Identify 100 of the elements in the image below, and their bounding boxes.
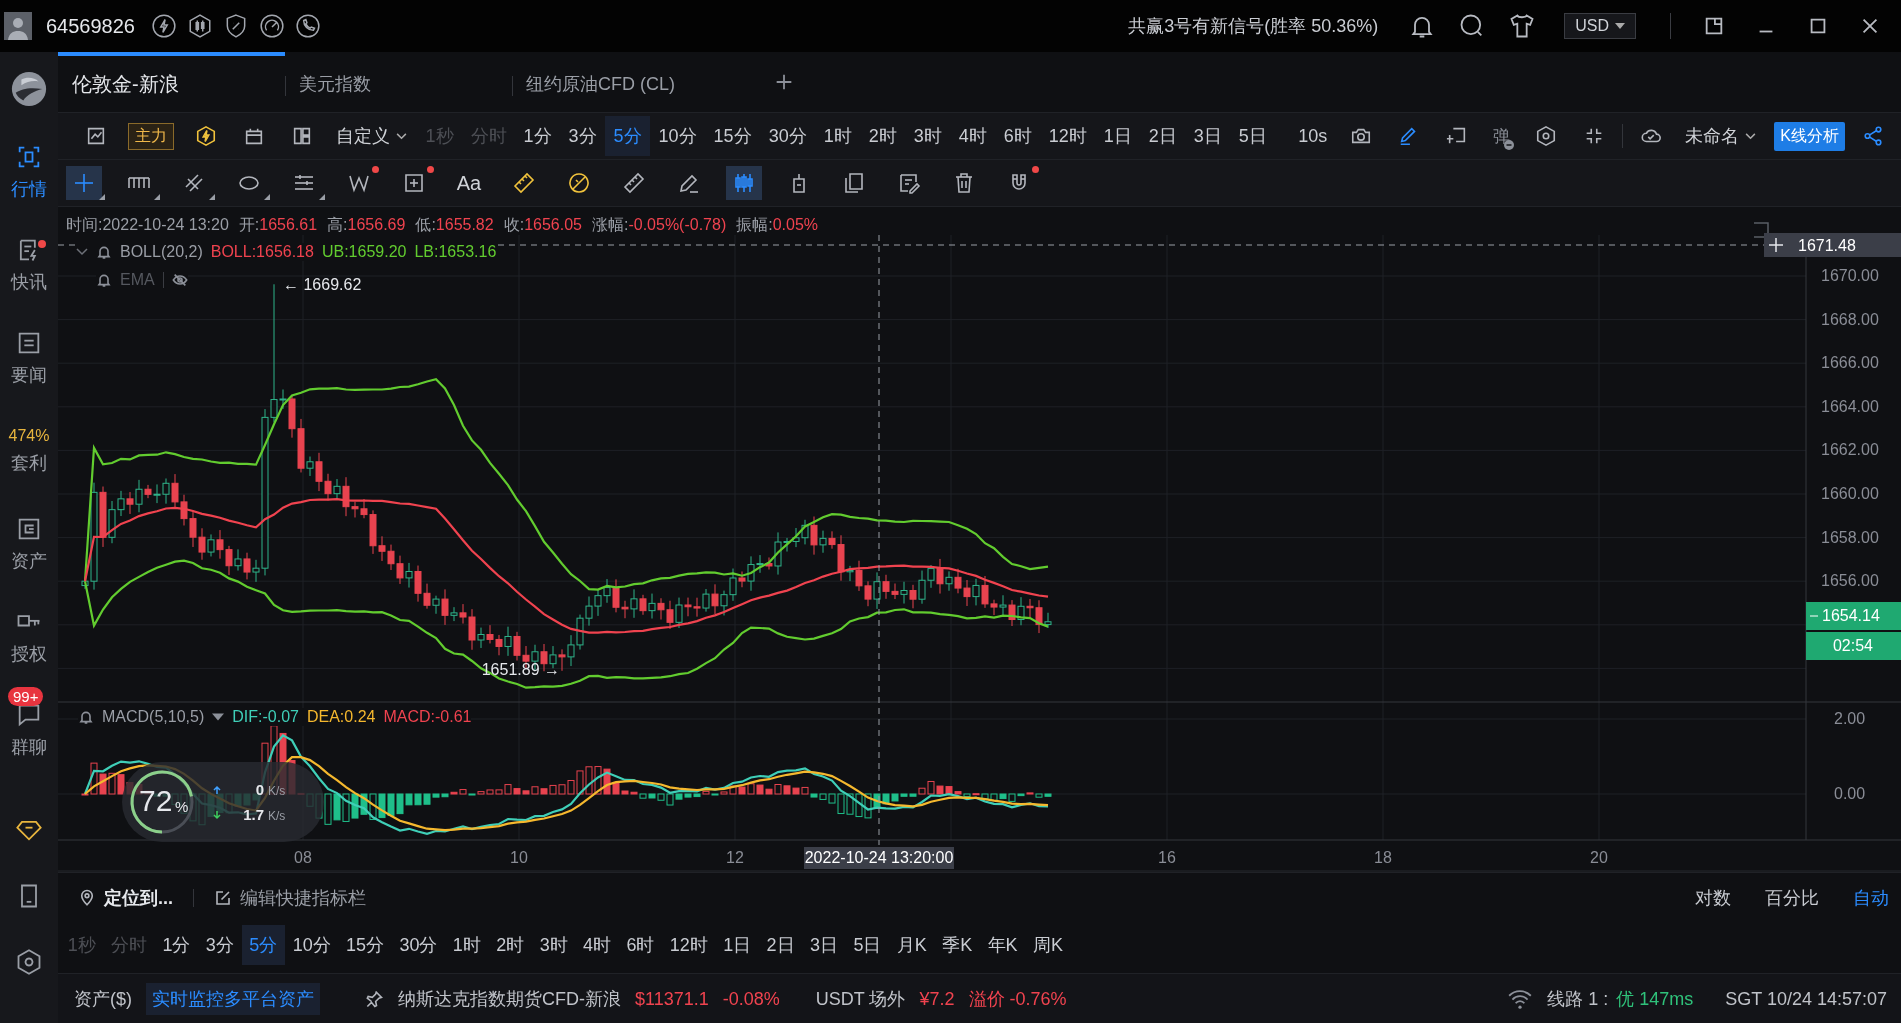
line-chart-icon[interactable] <box>85 125 107 147</box>
assets-monitor-button[interactable]: 实时监控多平台资产 <box>146 983 320 1015</box>
price-axis-label: 1656.00 <box>1821 572 1879 590</box>
period-tab[interactable]: 3日 <box>1185 116 1231 156</box>
price-axis-label: 1662.00 <box>1821 441 1879 459</box>
period-tab[interactable]: 15分 <box>338 925 392 965</box>
period-tab[interactable]: 12时 <box>662 925 716 965</box>
ohlc-field: 收:1656.05 <box>503 215 582 236</box>
period-tab[interactable]: 年K <box>979 925 1026 965</box>
lightning-icon[interactable] <box>151 13 177 39</box>
chevron-icon[interactable] <box>76 248 88 256</box>
period-tab[interactable]: 10分 <box>284 925 339 965</box>
main-force-button[interactable]: 主力 <box>128 122 174 150</box>
bell-icon[interactable] <box>96 244 112 260</box>
period-tab[interactable]: 1分 <box>515 116 561 156</box>
scale-option[interactable]: 对数 <box>1695 886 1731 910</box>
phone-icon[interactable] <box>295 13 321 39</box>
download-arrow-icon <box>212 810 222 820</box>
period-tab[interactable]: 4时 <box>950 116 996 156</box>
bell-icon[interactable] <box>96 272 112 288</box>
layout-name-dropdown[interactable]: 未命名 <box>1685 124 1757 148</box>
ticker-name[interactable]: 纳斯达克指数期货CFD-新浪 <box>398 987 621 1011</box>
period-tab[interactable]: 月K <box>889 925 935 965</box>
period-tab[interactable]: 6时 <box>618 925 663 965</box>
period-tab[interactable]: 15分 <box>705 116 761 156</box>
sidebar-item[interactable]: 474% 套利 <box>0 404 58 497</box>
indicator-value: DIF:-0.07 <box>232 708 299 726</box>
sidebar-item[interactable]: 要闻 <box>0 311 58 404</box>
edit-icon[interactable] <box>214 889 232 907</box>
symbol-tab[interactable]: 美元指数 <box>285 52 512 112</box>
restore-window-icon[interactable] <box>1703 15 1725 37</box>
barrage-toggle[interactable]: 弹 <box>1493 124 1511 148</box>
sidebar-item[interactable]: 授权 <box>0 590 58 683</box>
text-tool[interactable]: Aa <box>451 166 487 200</box>
caret-icon[interactable] <box>212 713 225 721</box>
period-tab[interactable]: 5日 <box>845 925 890 965</box>
gauge-icon[interactable] <box>259 13 285 39</box>
period-tab[interactable]: 3时 <box>905 116 951 156</box>
period-tab[interactable]: 2日 <box>758 925 803 965</box>
symbol-tab[interactable]: 纽约原油CFD (CL) <box>512 52 739 112</box>
sidebar-item[interactable]: 行情 <box>0 125 58 218</box>
settings-icon[interactable] <box>15 948 43 976</box>
signal-notice[interactable]: 共赢3号有新信号(胜率 50.36%) <box>1128 14 1379 38</box>
crosshair-tool[interactable] <box>66 166 102 200</box>
settings-icon[interactable] <box>1535 125 1558 147</box>
period-tab[interactable]: 30分 <box>760 116 816 156</box>
eye-off-icon[interactable] <box>171 272 188 288</box>
indicator-value: BOLL:1656.18 <box>210 243 314 261</box>
last-price-label: 1654.14 <box>1806 602 1901 630</box>
avatar-icon[interactable] <box>4 12 32 40</box>
time-axis-label: 08 <box>294 849 312 866</box>
period-tab[interactable]: 2日 <box>1140 116 1186 156</box>
indicator-name[interactable]: BOLL(20,2) <box>120 243 203 261</box>
period-tab[interactable]: 2时 <box>860 116 906 156</box>
period-tab[interactable]: 3日 <box>802 925 846 965</box>
scale-option[interactable]: 自动 <box>1853 886 1889 910</box>
layout-icon[interactable] <box>291 125 313 147</box>
period-tab[interactable]: 3时 <box>531 925 576 965</box>
pin-icon[interactable] <box>364 989 384 1009</box>
period-tab[interactable]: 季K <box>934 925 980 965</box>
logo-icon[interactable] <box>10 69 48 108</box>
edit-shortcut-link[interactable]: 编辑快捷指标栏 <box>240 886 366 910</box>
period-tab[interactable]: 2时 <box>488 925 532 965</box>
currency-dropdown[interactable]: USD <box>1564 13 1636 39</box>
usdt-price: ¥7.2 <box>919 988 955 1010</box>
period-tab[interactable]: 30分 <box>391 925 446 965</box>
sidebar-item[interactable]: 资产 <box>0 497 58 590</box>
period-tab[interactable]: 1时 <box>445 925 489 965</box>
share-icon[interactable] <box>1862 125 1884 147</box>
scale-option[interactable]: 百分比 <box>1765 886 1819 910</box>
period-tab[interactable]: 12时 <box>1040 116 1096 156</box>
period-tab[interactable]: 3分 <box>198 925 242 965</box>
analysis-button[interactable]: K线分析 <box>1774 121 1845 151</box>
countdown-label: 02:54 <box>1806 632 1901 660</box>
location-pin-icon[interactable] <box>78 889 96 907</box>
period-tab[interactable]: 3分 <box>560 116 606 156</box>
bell-icon[interactable] <box>78 709 94 725</box>
period-tab[interactable]: 1日 <box>715 925 759 965</box>
pages-icon <box>842 171 866 195</box>
period-tab[interactable]: 4时 <box>575 925 619 965</box>
period-tab[interactable]: 1分 <box>154 925 199 965</box>
period-tab[interactable]: 5日 <box>1230 116 1276 156</box>
period-tab[interactable]: 6时 <box>995 116 1041 156</box>
lightning-icon[interactable] <box>195 125 217 147</box>
period-tab[interactable]: 1日 <box>1095 116 1141 156</box>
ohlc-field: 振幅:0.05% <box>736 215 819 236</box>
sidebar-item[interactable]: 99+ 群聊 <box>0 683 58 776</box>
period-tab[interactable]: 5分 <box>241 925 285 965</box>
custom-dropdown[interactable]: 自定义 <box>336 124 407 148</box>
indicator-name[interactable]: MACD(5,10,5) <box>102 708 205 726</box>
sidebar-item[interactable]: 快讯 <box>0 218 58 311</box>
period-tab[interactable]: 周K <box>1025 925 1071 965</box>
candles-icon[interactable] <box>187 13 213 39</box>
period-tab[interactable]: 10分 <box>650 116 706 156</box>
usdt-name: USDT 场外 <box>815 988 906 1011</box>
period-tab[interactable]: 5分 <box>605 116 651 156</box>
refresh-interval[interactable]: 10s <box>1298 125 1328 147</box>
candles-tool[interactable] <box>726 166 762 200</box>
locate-link[interactable]: 定位到... <box>104 886 173 910</box>
period-tab[interactable]: 1时 <box>815 116 861 156</box>
